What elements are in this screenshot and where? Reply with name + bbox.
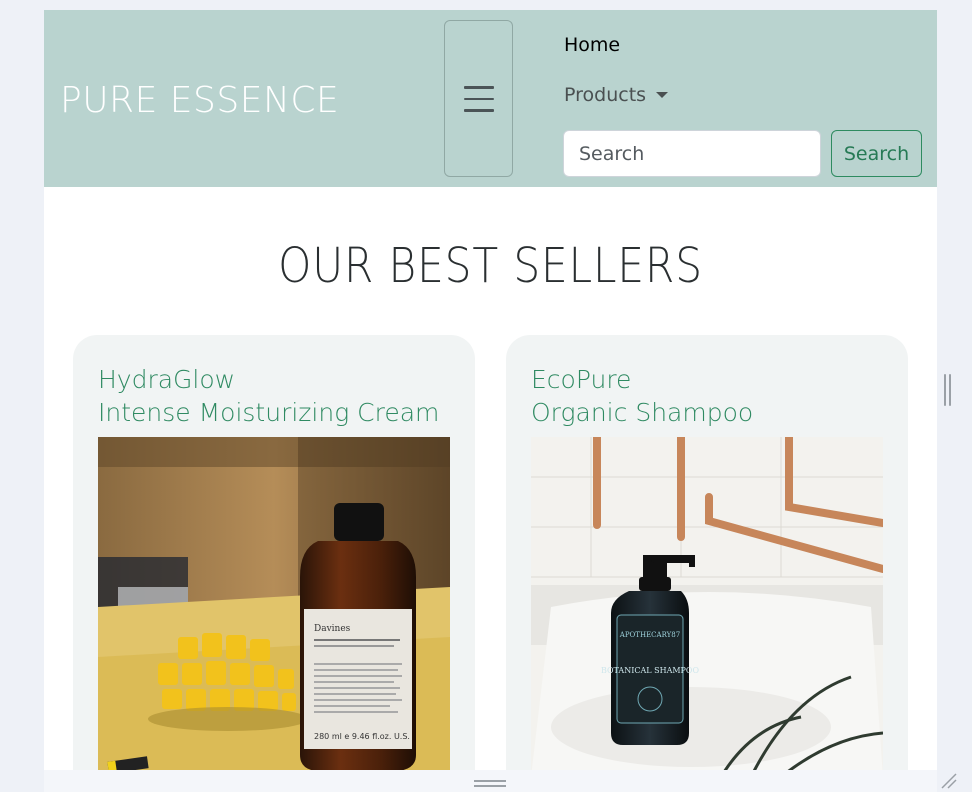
nav-link-home[interactable]: Home: [564, 34, 620, 56]
svg-text:BOTANICAL SHAMPOO: BOTANICAL SHAMPOO: [601, 666, 700, 675]
horizontal-resize-handle[interactable]: [474, 780, 506, 790]
product-card[interactable]: HydraGlow Intense Moisturizing Cream Dav…: [73, 335, 475, 770]
product-name: HydraGlow: [98, 365, 236, 394]
search-input[interactable]: [563, 130, 821, 177]
product-image[interactable]: APOTHECARY87 BOTANICAL SHAMPOO: [531, 437, 883, 770]
svg-text:Davines: Davines: [314, 624, 351, 634]
hamburger-icon: [464, 86, 494, 121]
nav-link-products-label: Products: [564, 84, 647, 106]
svg-text:APOTHECARY87: APOTHECARY87: [619, 631, 680, 639]
svg-text:280 ml e 9.46 fl.oz. U.S.: 280 ml e 9.46 fl.oz. U.S.: [314, 732, 410, 741]
navbar-toggler-button[interactable]: [444, 20, 513, 177]
product-title: HydraGlow Intense Moisturizing Cream: [98, 363, 458, 429]
page-viewport: PURE ESSENCE Home Products Search OUR BE…: [44, 10, 937, 770]
search-button[interactable]: Search: [831, 130, 922, 177]
resize-corner-icon[interactable]: [940, 772, 960, 790]
caret-down-icon: [656, 92, 669, 98]
product-name: EcoPure: [531, 365, 632, 394]
product-title: EcoPure Organic Shampoo: [531, 363, 891, 429]
brand-logo[interactable]: PURE ESSENCE: [60, 80, 339, 121]
product-image[interactable]: Davines 280 ml e 9.46 fl.oz. U.S.: [98, 437, 450, 770]
product-subtitle: Organic Shampoo: [531, 398, 754, 427]
nav-link-products[interactable]: Products: [564, 84, 669, 106]
scrollbar-handle[interactable]: [944, 374, 953, 406]
product-card[interactable]: EcoPure Organic Shampoo APOTHECARY87 BOT…: [506, 335, 908, 770]
product-subtitle: Intense Moisturizing Cream: [98, 398, 440, 427]
section-title: OUR BEST SELLERS: [278, 238, 703, 294]
navbar: PURE ESSENCE Home Products Search: [44, 10, 937, 187]
